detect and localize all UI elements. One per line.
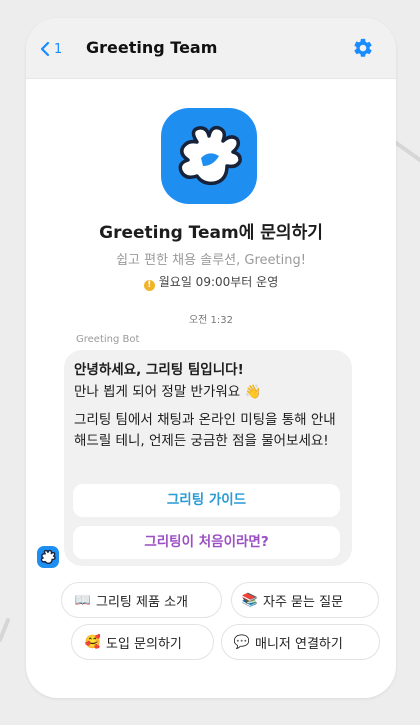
- books-icon: 📚: [241, 592, 259, 608]
- chat-window: 1 Greeting Team Greeting Team에 문의하기 쉽고 편…: [26, 18, 396, 698]
- product-intro-chip[interactable]: 📖 그리팅 제품 소개: [61, 582, 222, 618]
- adoption-inquiry-chip[interactable]: 🥰 도입 문의하기: [71, 624, 214, 660]
- operating-hours: ! 월요일 09:00부터 운영: [26, 273, 396, 291]
- connect-manager-chip[interactable]: 💬 매니저 연결하기: [221, 624, 380, 660]
- speech-bubble-icon: 💬: [233, 634, 251, 650]
- chip-label: 매니저 연결하기: [255, 636, 343, 652]
- greeting-guide-button[interactable]: 그리팅 가이드: [73, 484, 340, 517]
- hand-logo-icon: [178, 125, 242, 186]
- message-bubble: 안녕하세요, 그리팅 팀입니다! 만나 뵙게 되어 정말 반가워요 👋 그리팅 …: [64, 350, 352, 566]
- faq-chip[interactable]: 📚 자주 묻는 질문: [231, 582, 379, 618]
- greeting-logo: [161, 108, 257, 204]
- operating-hours-text: 월요일 09:00부터 운영: [158, 275, 279, 289]
- sender-name: Greeting Bot: [76, 334, 140, 345]
- book-icon: 📖: [74, 592, 92, 608]
- top-bar: 1 Greeting Team: [26, 18, 396, 79]
- chip-label: 도입 문의하기: [106, 636, 182, 652]
- page-subtitle: 쉽고 편한 채용 솔루션, Greeting!: [116, 253, 306, 268]
- message-body: 그리팅 팀에서 채팅과 온라인 미팅을 통해 안내해드릴 테니, 언제든 궁금한…: [74, 412, 336, 449]
- chat-title: Greeting Team: [86, 38, 218, 57]
- message-timestamp: 오전 1:32: [188, 315, 234, 326]
- chevron-left-icon: [40, 41, 50, 57]
- chip-label: 그리팅 제품 소개: [96, 594, 188, 610]
- bot-avatar: [37, 546, 59, 568]
- first-time-button[interactable]: 그리팅이 처음이라면?: [73, 526, 340, 559]
- unread-count: 1: [54, 41, 63, 57]
- page-title: Greeting Team에 문의하기: [99, 223, 323, 243]
- greeting-text: 안녕하세요, 그리팅 팀입니다!: [74, 362, 244, 378]
- chip-label: 자주 묻는 질문: [263, 594, 344, 610]
- welcome-text: 만나 뵙게 되어 정말 반가워요 👋: [74, 384, 262, 400]
- alert-icon: !: [143, 280, 155, 291]
- hand-logo-icon: [40, 549, 56, 564]
- gear-icon[interactable]: [352, 37, 374, 59]
- smiling-face-icon: 🥰: [84, 634, 102, 650]
- back-button[interactable]: 1: [40, 38, 62, 60]
